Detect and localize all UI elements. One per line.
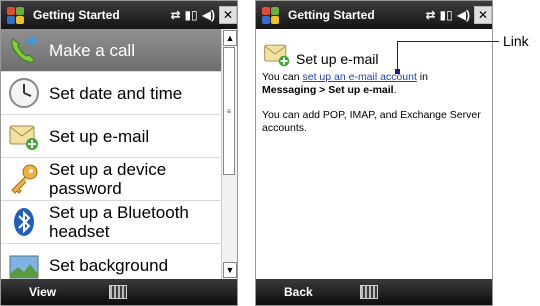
picture-icon	[7, 248, 41, 279]
title-bar: Getting Started ⇄ ▮▯ ◀) ✕	[1, 1, 237, 29]
signal-icon[interactable]: ▮▯	[185, 8, 198, 22]
detail-heading: Set up e-mail	[296, 51, 379, 67]
callout-line-horizontal	[397, 41, 499, 42]
keyboard-icon[interactable]	[109, 285, 127, 299]
volume-icon[interactable]: ◀)	[202, 8, 215, 22]
list-item-set-date-and-time[interactable]: Set date and time	[1, 72, 221, 115]
softkey-bar: View	[1, 279, 237, 305]
para-text: .	[393, 84, 397, 96]
getting-started-list: Make a call Set date and time Set up e-m…	[1, 29, 221, 279]
list-item-label: Set date and time	[49, 83, 183, 103]
label-line-1: Set up a device	[49, 160, 167, 179]
list-item-set-background[interactable]: Set background	[1, 244, 221, 279]
back-softkey[interactable]: Back	[284, 285, 313, 299]
label-line-2: headset	[49, 222, 110, 241]
phone-screen-setup-email-detail: Getting Started ⇄ ▮▯ ◀) ✕ Set up e-mail	[255, 0, 493, 306]
connectivity-icon[interactable]: ⇄	[170, 8, 180, 22]
messaging-path-text: Messaging > Set up e-mail	[262, 84, 394, 96]
para-text: in	[416, 71, 428, 83]
key-icon	[7, 162, 41, 196]
content-area: Make a call Set date and time Set up e-m…	[1, 29, 237, 279]
windows-start-icon[interactable]	[260, 4, 282, 26]
callout-line-vertical	[397, 41, 398, 71]
label-line-1: Set up a Bluetooth	[49, 203, 189, 222]
clock-icon	[7, 76, 41, 110]
content-area: Set up e-mail You can set up an e-mail a…	[256, 29, 492, 279]
softkey-bar: Back	[256, 279, 492, 305]
scroll-down-arrow-icon[interactable]: ▼	[223, 262, 237, 278]
status-icons: ⇄ ▮▯ ◀)	[170, 8, 215, 22]
label-line-2: password	[49, 179, 122, 198]
status-icons: ⇄ ▮▯ ◀)	[425, 8, 470, 22]
windows-start-icon[interactable]	[5, 4, 27, 26]
email-envelope-icon	[262, 39, 292, 69]
list-item-label: Set background	[49, 255, 169, 275]
list-item-label: Set up a Bluetooth headset	[49, 203, 189, 241]
connectivity-icon[interactable]: ⇄	[425, 8, 435, 22]
list-item-make-a-call[interactable]: Make a call	[1, 29, 221, 72]
callout-label: Link	[503, 33, 529, 49]
detail-header: Set up e-mail	[262, 39, 486, 69]
close-button[interactable]: ✕	[474, 6, 492, 24]
window-title: Getting Started	[288, 8, 375, 22]
account-types-paragraph: You can add POP, IMAP, and Exchange Serv…	[262, 109, 481, 134]
list-item-label: Set up e-mail	[49, 126, 150, 146]
list-item-label: Make a call	[49, 40, 135, 60]
list-item-set-up-device-password[interactable]: Set up a device password	[1, 158, 221, 201]
instruction-paragraph: You can set up an e-mail account in Mess…	[262, 71, 486, 97]
bluetooth-icon	[7, 205, 41, 239]
list-item-set-up-bluetooth-headset[interactable]: Set up a Bluetooth headset	[1, 201, 221, 244]
view-softkey[interactable]: View	[29, 285, 56, 299]
phone-arrow-icon	[7, 33, 41, 67]
phone-screen-getting-started-list: Getting Started ⇄ ▮▯ ◀) ✕ Make a call Se…	[0, 0, 238, 306]
scroll-up-arrow-icon[interactable]: ▲	[223, 30, 237, 46]
signal-icon[interactable]: ▮▯	[440, 8, 453, 22]
email-envelope-icon	[7, 119, 41, 153]
list-item-set-up-email[interactable]: Set up e-mail	[1, 115, 221, 158]
keyboard-icon[interactable]	[360, 285, 378, 299]
para-text: You can	[262, 71, 303, 83]
window-title: Getting Started	[33, 8, 120, 22]
scrollbar-thumb[interactable]: ≡	[223, 47, 235, 175]
vertical-scrollbar[interactable]: ▲ ≡ ▼	[221, 29, 237, 279]
title-bar: Getting Started ⇄ ▮▯ ◀) ✕	[256, 1, 492, 29]
list-item-label: Set up a device password	[49, 160, 166, 198]
close-button[interactable]: ✕	[219, 6, 237, 24]
email-setup-detail: Set up e-mail You can set up an e-mail a…	[262, 39, 486, 147]
volume-icon[interactable]: ◀)	[457, 8, 470, 22]
